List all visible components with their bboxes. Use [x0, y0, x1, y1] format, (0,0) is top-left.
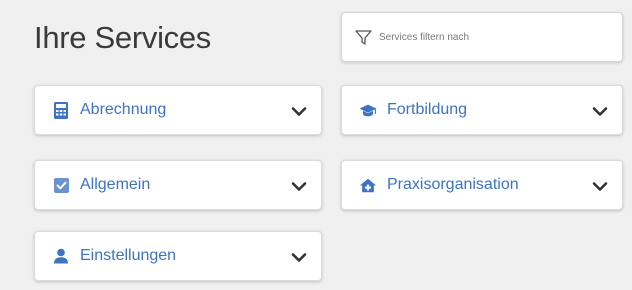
service-filter[interactable]: [341, 12, 623, 62]
page-title: Ihre Services: [34, 20, 211, 55]
graduation-cap-icon: [359, 101, 377, 119]
service-card-abrechnung[interactable]: Abrechnung: [34, 85, 322, 135]
checkbox-icon: [52, 176, 70, 194]
calculator-icon: [52, 101, 70, 119]
service-label: Praxisorganisation: [387, 176, 519, 193]
chevron-down-icon[interactable]: [291, 180, 307, 191]
service-card-fortbildung[interactable]: Fortbildung: [341, 85, 623, 135]
service-label: Einstellungen: [80, 247, 177, 264]
chevron-down-icon[interactable]: [592, 180, 608, 191]
service-label: Allgemein: [80, 176, 151, 193]
service-card-allgemein[interactable]: Allgemein: [34, 160, 322, 210]
house-plus-icon: [359, 176, 377, 194]
filter-icon: [354, 28, 373, 47]
service-card-einstellungen[interactable]: Einstellungen: [34, 231, 322, 281]
service-card-praxisorganisation[interactable]: Praxisorganisation: [341, 160, 623, 210]
filter-input[interactable]: [379, 31, 579, 43]
user-icon: [52, 247, 70, 265]
chevron-down-icon[interactable]: [592, 105, 608, 116]
chevron-down-icon[interactable]: [291, 105, 307, 116]
service-label: Fortbildung: [387, 101, 468, 118]
service-label: Abrechnung: [80, 101, 167, 118]
chevron-down-icon[interactable]: [291, 251, 307, 262]
